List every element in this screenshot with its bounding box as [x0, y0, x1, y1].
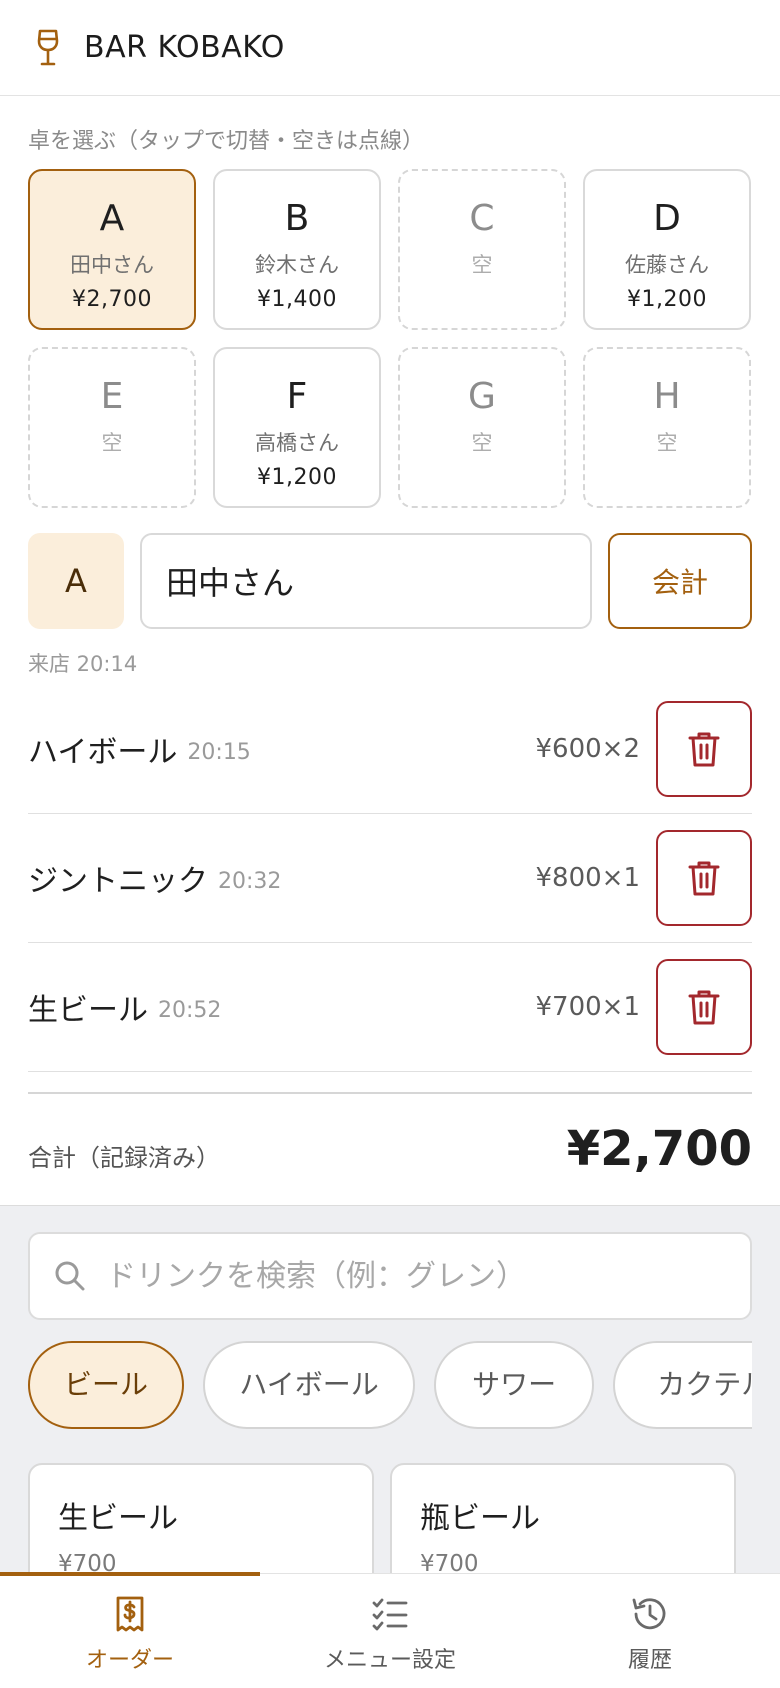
history-icon — [632, 1598, 666, 1630]
table-letter: C — [469, 198, 495, 239]
checklist-icon — [372, 1598, 408, 1631]
order-item-name: 生ビール — [28, 993, 148, 1028]
order-item-name: ハイボール — [28, 735, 178, 770]
category-chip-cocktail[interactable]: カクテル — [613, 1341, 752, 1429]
order-list: ハイボール 20:15 ¥600×2 ジントニック 20:32 ¥800×1 生… — [28, 685, 752, 1072]
app-header: BAR KOBAKO — [0, 0, 780, 96]
table-amount: ¥1,200 — [627, 287, 707, 312]
table-guest: 空 — [471, 431, 493, 455]
order-item-time: 20:15 — [187, 739, 251, 765]
category-chip-beer[interactable]: ビール — [28, 1341, 184, 1429]
table-card-e[interactable]: E 空 — [28, 347, 196, 508]
table-section-label: 卓を選ぶ（タップで切替・空きは点線） — [28, 129, 425, 154]
table-card-b[interactable]: B 鈴木さん ¥1,400 — [213, 169, 381, 330]
checkout-button[interactable]: 会計 — [608, 533, 752, 629]
trash-icon — [688, 732, 720, 767]
table-letter: F — [286, 376, 308, 417]
app-title: BAR KOBAKO — [84, 30, 285, 65]
table-letter: A — [99, 198, 125, 239]
nav-tab-history[interactable]: 履歴 — [520, 1574, 780, 1688]
order-row: ジントニック 20:32 ¥800×1 — [28, 814, 752, 943]
table-card-d[interactable]: D 佐藤さん ¥1,200 — [583, 169, 751, 330]
table-guest: 鈴木さん — [255, 253, 339, 277]
order-item-time: 20:32 — [218, 868, 282, 894]
total-value: ¥2,700 — [566, 1121, 752, 1177]
nav-label: メニュー設定 — [323, 1648, 456, 1673]
drink-name: 生ビール — [58, 1501, 178, 1536]
table-card-g[interactable]: G 空 — [398, 347, 566, 508]
table-amount: ¥1,200 — [257, 465, 337, 490]
drink-price: ¥700 — [58, 1551, 117, 1573]
order-row: 生ビール 20:52 ¥700×1 — [28, 943, 752, 1072]
nav-label: 履歴 — [627, 1648, 672, 1673]
table-guest: 空 — [656, 431, 678, 455]
table-card-c[interactable]: C 空 — [398, 169, 566, 330]
wine-glass-icon — [37, 29, 59, 65]
order-item-price-qty: ¥600×2 — [535, 734, 641, 764]
table-letter: B — [284, 198, 310, 239]
order-row: ハイボール 20:15 ¥600×2 — [28, 685, 752, 814]
guest-name-input[interactable] — [140, 533, 592, 629]
trash-icon — [688, 861, 720, 896]
table-amount: ¥2,700 — [72, 287, 152, 312]
order-item-time: 20:52 — [158, 997, 222, 1023]
table-guest: 空 — [101, 431, 123, 455]
delete-order-button[interactable] — [656, 959, 752, 1055]
delete-order-button[interactable] — [656, 830, 752, 926]
category-chip-sour[interactable]: サワー — [434, 1341, 595, 1429]
table-card-f[interactable]: F 高橋さん ¥1,200 — [213, 347, 381, 508]
drink-card[interactable]: 瓶ビール ¥700 — [390, 1463, 736, 1573]
search-icon — [55, 1261, 85, 1291]
drink-card[interactable]: 生ビール ¥700 — [28, 1463, 374, 1573]
current-table-row: A 会計 — [28, 533, 752, 629]
total-row: 合計（記録済み） ¥2,700 — [28, 1092, 752, 1204]
category-chip-highball[interactable]: ハイボール — [203, 1341, 416, 1429]
active-tab-indicator — [0, 1572, 260, 1576]
table-card-h[interactable]: H 空 — [583, 347, 751, 508]
bottom-nav: オーダー メニュー設定 履歴 — [0, 1572, 780, 1688]
receipt-dollar-icon — [116, 1596, 144, 1632]
order-item-price-qty: ¥700×1 — [535, 992, 641, 1022]
total-label: 合計（記録済み） — [28, 1143, 220, 1172]
drink-search-box — [28, 1232, 752, 1320]
table-letter: E — [100, 376, 124, 417]
table-guest: 高橋さん — [255, 431, 339, 455]
table-amount: ¥1,400 — [257, 287, 337, 312]
drink-search-input[interactable] — [106, 1258, 726, 1294]
table-guest: 空 — [471, 253, 493, 277]
nav-tab-order[interactable]: オーダー — [0, 1574, 260, 1688]
trash-icon — [688, 990, 720, 1025]
delete-order-button[interactable] — [656, 701, 752, 797]
nav-label: オーダー — [85, 1648, 174, 1673]
nav-tab-menu-settings[interactable]: メニュー設定 — [260, 1574, 520, 1688]
order-item-name: ジントニック — [28, 864, 208, 899]
table-card-a[interactable]: A 田中さん ¥2,700 — [28, 169, 196, 330]
drink-name: 瓶ビール — [420, 1501, 540, 1536]
category-chips: ビール ハイボール サワー カクテル — [28, 1341, 752, 1433]
current-table-badge: A — [28, 533, 124, 629]
drink-grid: 生ビール ¥700 瓶ビール ¥700 — [28, 1463, 752, 1573]
table-guest: 田中さん — [70, 253, 154, 277]
order-item-price-qty: ¥800×1 — [535, 863, 641, 893]
table-letter: H — [653, 376, 681, 417]
drink-price: ¥700 — [420, 1551, 479, 1573]
drink-picker: ビール ハイボール サワー カクテル 生ビール ¥700 瓶ビール ¥700 — [0, 1205, 780, 1573]
table-letter: D — [653, 198, 681, 239]
table-grid: A 田中さん ¥2,700 B 鈴木さん ¥1,400 C 空 D 佐藤さん ¥… — [28, 169, 752, 508]
table-guest: 佐藤さん — [625, 253, 709, 277]
table-letter: G — [468, 376, 496, 417]
arrival-time: 来店 20:14 — [28, 652, 138, 676]
